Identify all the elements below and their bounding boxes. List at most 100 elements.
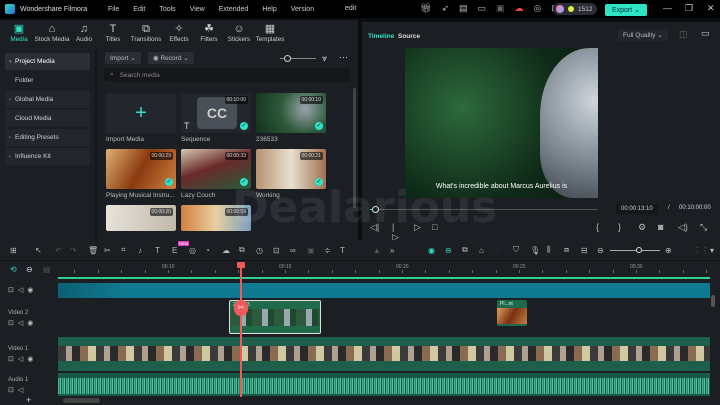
select-tool-icon[interactable]: ↖	[35, 246, 42, 255]
playhead[interactable]: ✂	[234, 262, 248, 397]
zoom-slider[interactable]	[610, 247, 660, 253]
motion-icon[interactable]: ∞	[290, 246, 296, 255]
snap-icon[interactable]: ◌	[496, 246, 501, 255]
menu-extended[interactable]: Extended	[219, 6, 249, 13]
mixer-icon[interactable]: ⫼	[547, 245, 551, 255]
eye-icon[interactable]: ◉	[27, 287, 37, 294]
undo-icon[interactable]: ↶	[55, 246, 62, 255]
snapshot-view-icon[interactable]: ▭	[701, 28, 710, 39]
folder-icon[interactable]: ⊡	[8, 287, 18, 294]
tab-stock-media[interactable]: ⌂ Stock Media	[33, 22, 71, 43]
title-track-clip[interactable]	[58, 283, 710, 298]
current-time[interactable]: 00:00:13:10	[616, 204, 658, 214]
sidebar-item-influence-kit[interactable]: • Influence Kit	[5, 148, 90, 165]
speaker-icon[interactable]: ◁	[18, 387, 27, 394]
mark-out-icon[interactable]: }	[618, 222, 621, 232]
dropdown-icon[interactable]: ▾	[710, 246, 714, 255]
eye-icon[interactable]: ◉	[27, 320, 37, 327]
thumbnail-size-slider[interactable]	[280, 55, 316, 62]
tab-transitions[interactable]: ⧉ Transitions	[129, 22, 163, 43]
sidebar-item-global-media[interactable]: • Global Media	[5, 91, 90, 108]
timeline-horizontal-scrollbar[interactable]	[63, 398, 100, 403]
freeze-icon[interactable]: ▣	[307, 246, 315, 255]
microphone-icon[interactable]: 🎙︎	[530, 246, 540, 255]
link-icon[interactable]: ⊖	[445, 246, 452, 255]
tab-stickers[interactable]: ☺ Stickers	[223, 22, 255, 43]
track-options-icon[interactable]: ⋮⋮	[693, 246, 709, 255]
tab-timeline[interactable]: Timeline	[368, 33, 394, 40]
menu-version[interactable]: Version	[291, 6, 314, 13]
sidebar-item-editing-presets[interactable]: • Editing Presets	[5, 129, 90, 146]
subtitle-icon[interactable]: ⊟	[581, 246, 588, 255]
quality-dropdown[interactable]: Full Quality ⌄	[618, 29, 668, 41]
tab-templates[interactable]: ▦ Templates	[255, 22, 285, 43]
title-add-icon[interactable]: T	[340, 246, 345, 255]
folder-icon[interactable]: ⊡	[8, 387, 18, 394]
tab-filters[interactable]: ☘ Filters	[195, 22, 223, 43]
menu-edit[interactable]: Edit	[133, 6, 145, 13]
tab-audio[interactable]: ♫ Audio	[71, 22, 97, 43]
group-icon[interactable]: ⧉	[239, 245, 245, 255]
headset-icon[interactable]: ◎	[534, 3, 542, 14]
compare-icon[interactable]: ◫	[679, 29, 688, 40]
restore-icon[interactable]: ❐	[685, 3, 693, 14]
menu-file[interactable]: File	[108, 6, 119, 13]
audio-wave-icon[interactable]: ▲	[373, 246, 381, 255]
speaker-icon[interactable]: ◁	[18, 287, 27, 294]
filter-icon[interactable]: ⩔	[322, 53, 327, 64]
delete-icon[interactable]: 🗑︎	[88, 246, 98, 255]
media-item[interactable]: 00:00:29 ✓ Playing Musical Instru...	[106, 149, 176, 199]
settings-icon[interactable]: ⚙	[638, 222, 646, 233]
folder-icon[interactable]: ⊡	[8, 320, 18, 327]
tab-source[interactable]: Source	[398, 33, 420, 40]
sidebar-item-folder[interactable]: Folder	[5, 72, 90, 89]
timeline-vertical-scrollbar[interactable]	[711, 295, 715, 307]
ai-mate-icon[interactable]: ◉	[428, 246, 435, 255]
fullscreen-icon[interactable]: ⤡	[700, 222, 707, 233]
link-tracks-icon[interactable]: ⊖	[26, 265, 33, 274]
media-item[interactable]: 00:00:20	[106, 205, 176, 231]
tab-effects[interactable]: ✧ Effects	[163, 22, 195, 43]
speaker-icon[interactable]: ◁	[18, 356, 27, 363]
text-tool-icon[interactable]: T	[155, 246, 160, 255]
add-track-icon[interactable]: +	[26, 395, 31, 405]
layout-icon[interactable]: ▭	[478, 3, 487, 14]
timeline-clip[interactable]: Pl...nt	[497, 300, 527, 326]
camera-icon[interactable]: ◙	[658, 222, 663, 232]
rocket-icon[interactable]: ➶	[441, 3, 449, 14]
speaker-icon[interactable]: ◁	[18, 320, 27, 327]
speed-icon[interactable]: ◔	[205, 246, 210, 255]
cloud-upload-icon[interactable]: ☁︎	[515, 3, 524, 14]
mask-icon[interactable]: ◎	[189, 246, 196, 255]
volume-icon[interactable]: ◁)	[678, 222, 688, 233]
menu-view[interactable]: View	[190, 6, 205, 13]
import-media-card[interactable]: + Import Media	[106, 93, 176, 143]
video-preview[interactable]: What's incredible about Marcus Aurelius …	[405, 48, 598, 198]
folder-icon[interactable]: ⊡	[8, 356, 18, 363]
audio-edit-icon[interactable]: ♪	[138, 246, 142, 255]
zoom-out-icon[interactable]: ⊖	[597, 246, 604, 255]
export-button[interactable]: Export ⌄	[605, 4, 647, 16]
record-dropdown[interactable]: ◉ Record ⌄	[148, 52, 194, 64]
scissors-icon[interactable]: ✂	[234, 300, 248, 316]
zoom-in-icon[interactable]: ⊕	[665, 246, 672, 255]
minimize-icon[interactable]: —	[663, 3, 672, 13]
credits-badge[interactable]: 1512	[553, 3, 597, 15]
eye-icon[interactable]: ◉	[27, 356, 37, 363]
tab-media[interactable]: ▣ Media	[5, 22, 33, 43]
close-icon[interactable]: ✕	[707, 3, 715, 14]
adjust-icon[interactable]: ≑	[324, 246, 331, 255]
import-dropdown[interactable]: Import ⌄	[105, 52, 141, 64]
replace-icon[interactable]: ⧈	[564, 245, 569, 255]
preview-toggle-icon[interactable]: ▤	[43, 265, 51, 274]
stabilize-icon[interactable]: ⌂	[479, 246, 484, 255]
layout-grid-icon[interactable]: ⊞	[10, 246, 17, 255]
video-1-clip[interactable]	[58, 337, 710, 371]
magnet-icon[interactable]: ⟲	[10, 265, 17, 274]
shield-icon[interactable]: ⛉	[513, 245, 519, 255]
avatar[interactable]	[556, 5, 564, 13]
notes-icon[interactable]: ▤	[459, 3, 468, 14]
media-item[interactable]: CC T 00:10:00 ✓ Sequence	[181, 93, 251, 143]
split-icon[interactable]: ✂	[104, 246, 111, 255]
tab-titles[interactable]: T Titles	[97, 22, 129, 43]
